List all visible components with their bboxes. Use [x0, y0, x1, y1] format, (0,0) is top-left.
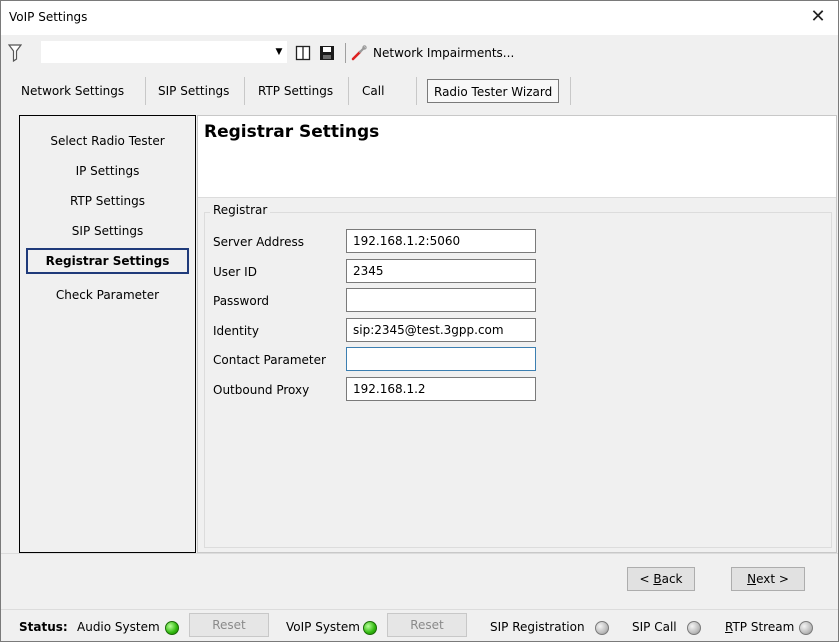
network-impairments-label: Network Impairments... — [373, 46, 515, 60]
next-mnemonic: N — [747, 572, 757, 586]
sip-call-label: SIP Call — [632, 620, 677, 634]
tab-call[interactable]: Call — [362, 79, 384, 103]
user-id-label: User ID — [213, 265, 257, 279]
tab-rtp-settings[interactable]: RTP Settings — [258, 79, 333, 103]
tab-radio-tester-wizard[interactable]: Radio Tester Wizard — [427, 79, 560, 103]
save-icon[interactable] — [319, 45, 335, 61]
close-icon[interactable]: ✕ — [808, 7, 828, 27]
wizard-content: Select Radio Tester IP Settings RTP Sett… — [19, 115, 837, 553]
step-ip-settings[interactable]: IP Settings — [26, 158, 189, 184]
registrar-settings-panel: Registrar Settings Registrar Server Addr… — [197, 115, 837, 553]
registrar-group-label: Registrar — [210, 203, 271, 217]
back-rest: ack — [661, 572, 683, 586]
tab-bar: Network Settings SIP Settings RTP Settin… — [1, 73, 838, 109]
tab-separator — [348, 77, 349, 105]
step-check-parameter[interactable]: Check Parameter — [26, 282, 189, 308]
filter-icon[interactable] — [8, 44, 22, 62]
toolbar-separator — [345, 43, 346, 63]
next-rest: ext > — [756, 572, 789, 586]
step-rtp-settings[interactable]: RTP Settings — [26, 188, 189, 214]
rtp-stream-status-indicator — [799, 621, 813, 635]
password-label: Password — [213, 294, 270, 308]
user-id-field[interactable] — [346, 259, 536, 283]
step-sip-settings[interactable]: SIP Settings — [26, 218, 189, 244]
audio-system-label: Audio System — [77, 620, 160, 634]
sip-registration-label: SIP Registration — [490, 620, 585, 634]
panel-title: Registrar Settings — [204, 122, 380, 142]
contact-parameter-label: Contact Parameter — [213, 353, 326, 367]
next-button[interactable]: Next > — [731, 567, 805, 591]
voip-reset-button[interactable]: Reset — [387, 613, 467, 637]
identity-field[interactable] — [346, 318, 536, 342]
contact-parameter-field[interactable] — [346, 347, 536, 371]
filter-combobox-input[interactable] — [43, 43, 263, 61]
tab-separator — [570, 77, 571, 105]
tab-separator — [244, 77, 245, 105]
identity-label: Identity — [213, 324, 259, 338]
voip-settings-window: VoIP Settings ✕ ▼ Network Impairments...… — [0, 0, 839, 642]
wizard-step-list: Select Radio Tester IP Settings RTP Sett… — [19, 115, 196, 553]
step-registrar-settings[interactable]: Registrar Settings — [26, 248, 189, 274]
sip-registration-status-indicator — [595, 621, 609, 635]
chevron-down-icon[interactable]: ▼ — [271, 43, 287, 61]
columns-icon[interactable] — [295, 45, 311, 61]
server-address-field[interactable] — [346, 229, 536, 253]
step-select-radio-tester[interactable]: Select Radio Tester — [26, 128, 189, 154]
rtp-stream-rest: TP Stream — [732, 620, 795, 634]
wizard-button-bar — [1, 553, 838, 609]
back-mnemonic: B — [653, 572, 662, 586]
tab-separator — [416, 77, 417, 105]
outbound-proxy-field[interactable] — [346, 377, 536, 401]
tab-separator — [145, 77, 146, 105]
window-title: VoIP Settings — [9, 10, 88, 24]
title-bar: VoIP Settings ✕ — [1, 1, 838, 35]
back-prefix: < — [639, 572, 654, 586]
tab-sip-settings[interactable]: SIP Settings — [158, 79, 229, 103]
filter-combobox[interactable]: ▼ — [41, 41, 287, 63]
server-address-label: Server Address — [213, 235, 304, 249]
tab-network-settings[interactable]: Network Settings — [21, 79, 124, 103]
voip-system-label: VoIP System — [286, 620, 360, 634]
password-field[interactable] — [346, 288, 536, 312]
rtp-stream-label: RTP Stream — [725, 620, 794, 634]
status-label: Status: — [19, 620, 68, 634]
panel-header: Registrar Settings — [198, 116, 836, 198]
audio-system-status-indicator — [165, 621, 179, 635]
toolbar: ▼ Network Impairments... — [1, 35, 838, 71]
wrench-icon — [351, 45, 367, 61]
back-button[interactable]: < Back — [627, 567, 695, 591]
outbound-proxy-label: Outbound Proxy — [213, 383, 310, 397]
network-impairments-button[interactable]: Network Impairments... — [351, 43, 514, 63]
voip-system-status-indicator — [363, 621, 377, 635]
sip-call-status-indicator — [687, 621, 701, 635]
audio-reset-button[interactable]: Reset — [189, 613, 269, 637]
